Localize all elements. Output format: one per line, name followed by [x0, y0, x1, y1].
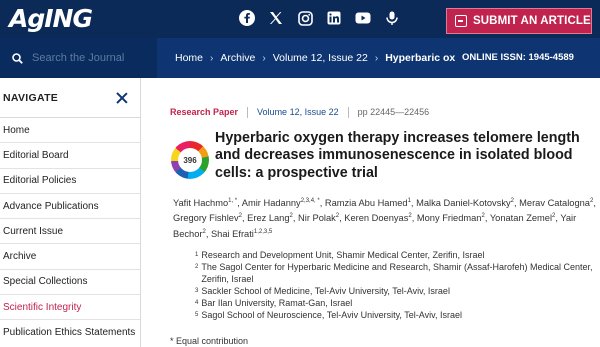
author-name[interactable]: Gregory Fishlev	[173, 213, 239, 223]
sidebar-item-archive[interactable]: Archive	[0, 244, 140, 270]
breadcrumb-archive[interactable]: Archive	[220, 52, 255, 64]
affiliation-item: 4 Bar Ilan University, Ramat-Gan, Israel	[195, 297, 595, 309]
affiliation-text: Research and Development Unit, Shamir Me…	[201, 250, 485, 260]
author-affiliation-sup: 1, *	[228, 198, 238, 204]
close-icon[interactable]	[116, 92, 128, 104]
affiliation-list: 1 Research and Development Unit, Shamir M…	[195, 249, 595, 321]
sidebar-item-publication-ethics[interactable]: Publication Ethics Statements	[0, 320, 140, 347]
sidebar-header: NAVIGATE	[0, 78, 140, 118]
article-header: Research Paper Volume 12, Issue 22 pp 22…	[142, 78, 600, 347]
facebook-icon[interactable]	[238, 9, 256, 27]
x-twitter-icon[interactable]	[267, 9, 285, 27]
sidebar-title: NAVIGATE	[3, 91, 59, 104]
chevron-right-icon: ›	[374, 52, 379, 64]
online-issn: ONLINE ISSN: 1945-4589	[458, 52, 574, 63]
sidebar-item-current-issue[interactable]: Current Issue	[0, 219, 140, 245]
author-name[interactable]: Erez Lang	[247, 213, 289, 223]
sidebar-navigation: NAVIGATE Home Editorial Board Editorial …	[0, 78, 141, 347]
linkedin-icon[interactable]	[325, 9, 343, 27]
article-meta: Research Paper Volume 12, Issue 22 pp 22…	[170, 107, 429, 118]
social-links	[238, 9, 412, 27]
top-header: AgING SUBMIT AN ARTICLE	[0, 0, 600, 38]
youtube-icon[interactable]	[354, 9, 372, 27]
chevron-right-icon: ›	[262, 52, 266, 64]
search-icon[interactable]	[12, 52, 23, 64]
author-name[interactable]: Malka Daniel-Kotovsky	[416, 198, 511, 208]
submit-article-label: SUBMIT AN ARTICLE	[473, 15, 591, 27]
affiliation-text: Sackler School of Medicine, Tel-Aviv Uni…	[201, 286, 450, 296]
affiliation-item: 5 Sagol School of Neuroscience, Tel-Aviv …	[195, 309, 595, 321]
author-name[interactable]: Mony Friedman	[417, 213, 482, 223]
affiliation-item: 1 Research and Development Unit, Shamir M…	[195, 249, 595, 261]
search-box[interactable]	[0, 38, 157, 78]
chevron-right-icon: ›	[210, 52, 214, 64]
author-name[interactable]: Merav Catalogna	[519, 198, 590, 208]
affiliation-number: 5	[195, 312, 199, 318]
affiliation-text: Sagol School of Neuroscience, Tel-Aviv U…	[201, 310, 462, 320]
meta-divider	[347, 107, 349, 118]
affiliation-number: 3	[195, 288, 199, 294]
affiliation-number: 1	[195, 252, 199, 258]
breadcrumb-current: Hyperbaric ox	[385, 52, 456, 64]
author-affiliation-sup: 1,2,3,5	[253, 228, 273, 235]
author-affiliation-sup: 2,3,4, *	[300, 198, 320, 204]
affiliation-number: 2	[195, 264, 199, 270]
breadcrumb-bar: Home › Archive › Volume 12, Issue 22 › H…	[0, 38, 600, 78]
podcast-icon[interactable]	[383, 9, 401, 27]
sidebar-item-home[interactable]: Home	[0, 118, 140, 144]
author-name[interactable]: Amir Hadanny	[242, 198, 301, 208]
author-name[interactable]: Keren Doenyas	[344, 213, 408, 223]
breadcrumb-volume[interactable]: Volume 12, Issue 22	[273, 52, 368, 64]
altmetric-score: 396	[178, 148, 202, 172]
affiliation-number: 4	[195, 300, 199, 306]
document-icon	[455, 15, 467, 27]
meta-divider	[247, 107, 249, 118]
article-pages: pp 22445—22456	[357, 107, 430, 117]
author-name[interactable]: Yafit Hachmo	[173, 198, 228, 208]
equal-contribution-note: * Equal contribution	[170, 336, 249, 346]
breadcrumb-home[interactable]: Home	[175, 52, 203, 64]
author-name[interactable]: Shai Efrati	[211, 229, 254, 239]
affiliation-text: The Sagol Center for Hyperbaric Medicine…	[201, 262, 593, 284]
sidebar-item-editorial-board[interactable]: Editorial Board	[0, 143, 140, 169]
author-name[interactable]: Nir Polak	[298, 213, 336, 223]
search-input[interactable]	[32, 52, 150, 64]
article-type: Research Paper	[170, 107, 239, 117]
breadcrumb: Home › Archive › Volume 12, Issue 22 › H…	[175, 38, 455, 78]
instagram-icon[interactable]	[296, 9, 314, 27]
author-list: Yafit Hachmo1, *, Amir Hadanny2,3,4, *, …	[173, 198, 596, 239]
article-title: Hyperbaric oxygen therapy increases telo…	[215, 130, 580, 181]
article-volume-link[interactable]: Volume 12, Issue 22	[257, 107, 339, 118]
sidebar-item-editorial-policies[interactable]: Editorial Policies	[0, 169, 140, 194]
sidebar-item-advance-publications[interactable]: Advance Publications	[0, 194, 140, 220]
sidebar-item-scientific-integrity[interactable]: Scientific Integrity	[0, 295, 140, 321]
author-name[interactable]: Yonatan Zemel	[490, 213, 552, 223]
altmetric-badge[interactable]: 396	[171, 141, 209, 179]
author-name[interactable]: Ramzia Abu Hamed	[325, 198, 408, 208]
aging-logo[interactable]: AgING	[9, 5, 93, 33]
affiliation-item: 2 The Sagol Center for Hyperbaric Medicin…	[195, 261, 595, 285]
affiliation-item: 3 Sackler School of Medicine, Tel-Aviv Un…	[195, 285, 595, 297]
affiliation-text: Bar Ilan University, Ramat-Gan, Israel	[201, 298, 353, 308]
sidebar-item-special-collections[interactable]: Special Collections	[0, 270, 140, 296]
submit-article-button[interactable]: SUBMIT AN ARTICLE	[446, 8, 592, 34]
